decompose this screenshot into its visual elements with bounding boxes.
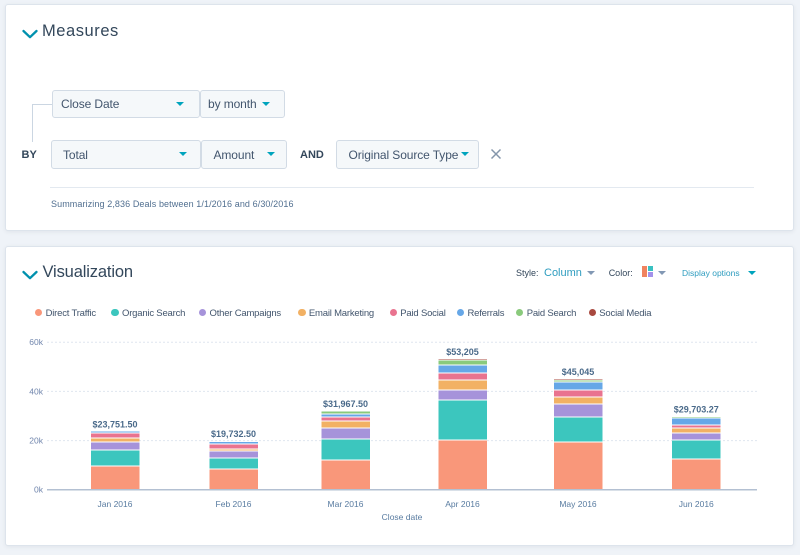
svg-text:0k: 0k xyxy=(34,485,44,495)
svg-text:$23,751.50: $23,751.50 xyxy=(92,419,137,429)
svg-text:$45,045: $45,045 xyxy=(562,367,595,377)
svg-text:$19,732.50: $19,732.50 xyxy=(211,429,256,439)
svg-text:Feb 2016: Feb 2016 xyxy=(216,499,252,509)
svg-text:60k: 60k xyxy=(29,337,43,347)
svg-text:Jan 2016: Jan 2016 xyxy=(98,499,133,509)
svg-text:$31,967.50: $31,967.50 xyxy=(323,399,368,409)
svg-text:Mar 2016: Mar 2016 xyxy=(328,499,364,509)
svg-text:Apr 2016: Apr 2016 xyxy=(445,499,480,509)
svg-text:Close date: Close date xyxy=(382,512,423,522)
svg-text:$29,703.27: $29,703.27 xyxy=(674,405,719,415)
svg-text:20k: 20k xyxy=(29,436,43,446)
svg-text:May 2016: May 2016 xyxy=(559,499,597,509)
svg-text:40k: 40k xyxy=(29,386,43,396)
svg-text:Jun 2016: Jun 2016 xyxy=(679,499,714,509)
svg-text:$53,205: $53,205 xyxy=(446,347,479,357)
